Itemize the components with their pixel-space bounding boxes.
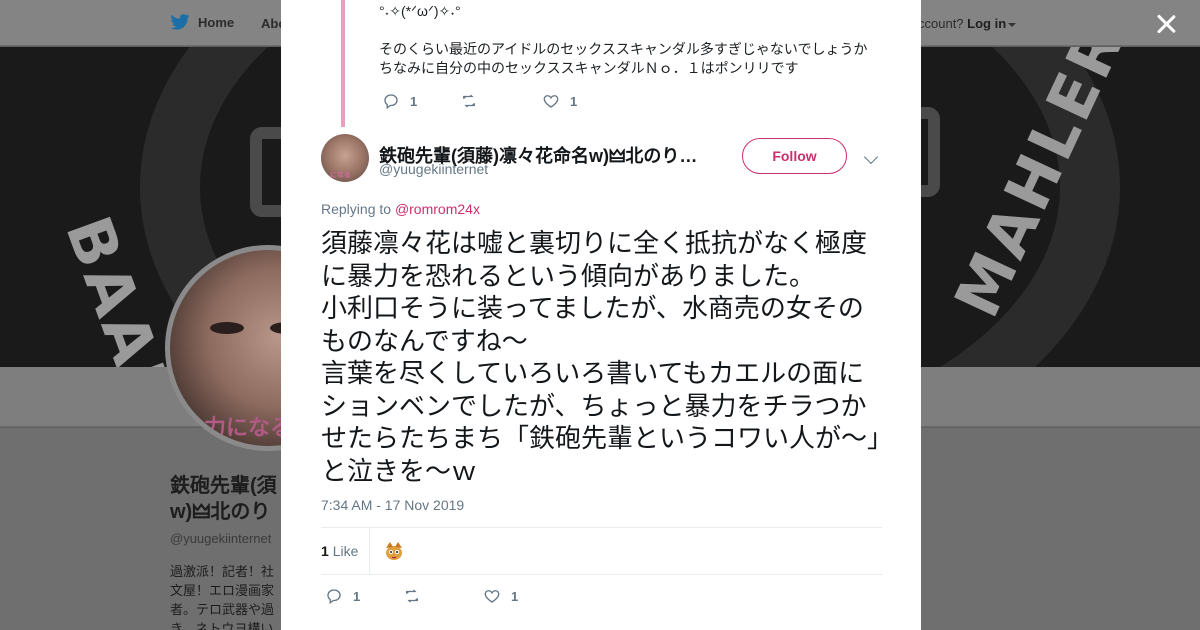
tweet-text: 須藤凛々花は嘘と裏切りに全く抵抗がなく極度に暴力を恐れるという傾向がありました。… bbox=[321, 228, 881, 486]
tweet-stats-row: 1 Like bbox=[321, 528, 882, 574]
liker-avatar-icon[interactable] bbox=[382, 539, 406, 563]
tweet-header: になる 鉄砲先輩(須藤)凛々花命名w)🜲北のり… @yuugekiinterne… bbox=[321, 134, 882, 184]
twitter-bird-icon bbox=[170, 14, 190, 30]
retweet-icon bbox=[406, 589, 418, 603]
retweet-button[interactable] bbox=[403, 587, 483, 605]
reply-icon bbox=[327, 589, 341, 605]
parent-like-button[interactable]: 1 bbox=[542, 92, 577, 110]
parent-reply-count: 1 bbox=[410, 93, 418, 109]
chevron-down-icon[interactable] bbox=[863, 149, 879, 165]
replying-to-line: Replying to @romrom24x bbox=[321, 201, 480, 217]
follow-button[interactable]: Follow bbox=[742, 138, 847, 174]
tweet-actions: 1 1 bbox=[325, 587, 518, 605]
profile-bio: 過激派！記者！社 文屋！エロ漫画家 者。テロ武器や過 き。ネトウヨ構い bbox=[170, 564, 275, 630]
nav-account-area: ccount? Log in bbox=[918, 16, 1017, 31]
heart-icon bbox=[543, 95, 559, 108]
reply-count: 1 bbox=[353, 588, 361, 604]
caret-down-icon bbox=[1008, 22, 1017, 27]
avatar-caption: 力になる bbox=[204, 415, 293, 440]
avatar-eye-shape bbox=[210, 322, 244, 334]
nav-home-label: Home bbox=[198, 14, 235, 30]
parent-retweet-button[interactable] bbox=[460, 92, 542, 110]
reply-button[interactable]: 1 bbox=[325, 587, 403, 605]
close-icon[interactable] bbox=[1152, 10, 1180, 38]
replying-to-mention[interactable]: @romrom24x bbox=[395, 201, 480, 217]
parent-tweet-actions: 1 1 bbox=[382, 92, 577, 110]
account-prompt: ccount? bbox=[918, 16, 964, 31]
tweet-permalink-modal: °˖✧(*ᐟωᐟ)✧˖° そのくらい最近のアイドルのセックススキャンダル多すぎじ… bbox=[281, 0, 921, 630]
heart-icon bbox=[484, 590, 500, 603]
profile-name: 鉄砲先輩(須 w)🜲北のり bbox=[170, 475, 277, 523]
thread-connector-line bbox=[341, 0, 345, 127]
parent-reply-button[interactable]: 1 bbox=[382, 92, 460, 110]
nav-home-link[interactable]: Home bbox=[170, 14, 234, 30]
retweet-icon bbox=[463, 94, 475, 108]
like-count: 1 bbox=[511, 588, 519, 604]
stats-separator bbox=[369, 528, 370, 574]
login-link[interactable]: Log in bbox=[967, 16, 1006, 31]
parent-tweet-text: °˖✧(*ᐟωᐟ)✧˖° そのくらい最近のアイドルのセックススキャンダル多すぎじ… bbox=[379, 3, 868, 76]
author-avatar[interactable]: になる bbox=[321, 134, 369, 182]
reply-icon bbox=[384, 94, 398, 110]
like-button[interactable]: 1 bbox=[483, 587, 518, 605]
likes-label: Like bbox=[332, 543, 359, 559]
author-avatar-caption: になる bbox=[330, 172, 351, 179]
parent-like-count: 1 bbox=[570, 93, 578, 109]
tweet-timestamp[interactable]: 7:34 AM - 17 Nov 2019 bbox=[321, 497, 464, 513]
likes-number: 1 bbox=[321, 543, 329, 559]
stats-bottom-divider bbox=[321, 574, 882, 575]
replying-to-prefix: Replying to bbox=[321, 201, 392, 217]
author-handle[interactable]: @yuugekiinternet bbox=[379, 161, 488, 177]
likes-stat[interactable]: 1 Like bbox=[321, 543, 358, 559]
profile-handle: @yuugekiinternet bbox=[170, 531, 272, 546]
